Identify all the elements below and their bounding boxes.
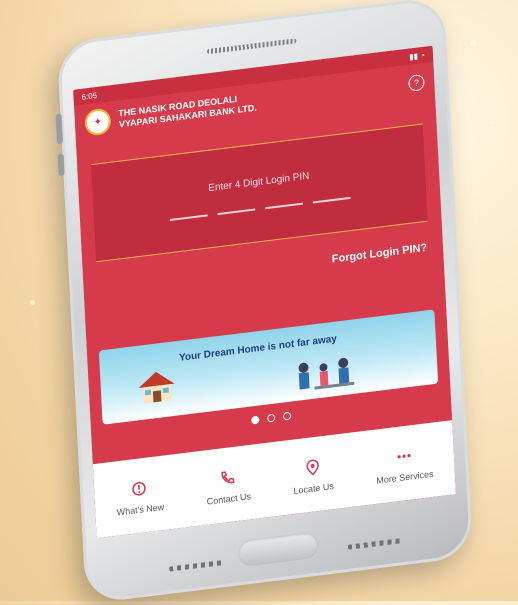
app-screen: 6:05 ▮▮ ◔ ✦ THE NASIK ROAD DEOLALI VYAPA… (73, 45, 456, 539)
carousel-dot-3[interactable] (282, 411, 292, 421)
nav-label: More Services (376, 468, 434, 486)
background-sparkle (490, 120, 494, 124)
volume-button (55, 113, 64, 145)
status-time: 6:05 (81, 90, 98, 102)
nav-whats-new[interactable]: What's New (115, 478, 164, 518)
speaker-grill-left (169, 559, 224, 572)
home-button[interactable] (237, 531, 319, 568)
nav-more-services[interactable]: More Services (375, 445, 434, 486)
pin-digit-4[interactable] (312, 194, 351, 203)
phone-icon (221, 471, 235, 484)
nav-label: Contact Us (206, 491, 252, 507)
nav-label: What's New (116, 501, 165, 518)
family-illustration (298, 357, 355, 390)
pin-digit-3[interactable] (265, 200, 303, 209)
phone-mockup: 6:05 ▮▮ ◔ ✦ THE NASIK ROAD DEOLALI VYAPA… (55, 0, 474, 605)
pin-slots[interactable] (169, 194, 351, 221)
location-pin-icon (306, 459, 319, 476)
alert-icon (132, 481, 147, 496)
pin-digit-1[interactable] (169, 211, 208, 221)
pin-label: Enter 4 Digit Login PIN (208, 170, 310, 194)
more-dots-icon (397, 454, 411, 459)
carousel-dot-2[interactable] (267, 413, 276, 423)
house-illustration (138, 371, 175, 404)
earpiece-speaker (206, 38, 297, 55)
nav-contact-us[interactable]: Contact Us (205, 467, 252, 507)
pin-digit-2[interactable] (217, 206, 256, 215)
carousel-dot-1[interactable] (251, 415, 260, 425)
speaker-grill-right (347, 538, 403, 550)
background-sparkle (470, 40, 476, 46)
bottom-nav: What's New Contact Us Locate Us More Ser… (92, 420, 456, 539)
nav-label: Locate Us (293, 480, 335, 496)
nav-locate-us[interactable]: Locate Us (292, 457, 334, 496)
help-icon[interactable]: ? (408, 73, 425, 92)
status-icons: ▮▮ ◔ (408, 50, 426, 62)
bank-logo: ✦ (84, 107, 112, 137)
background-sparkle (30, 300, 35, 305)
power-button (57, 153, 65, 177)
